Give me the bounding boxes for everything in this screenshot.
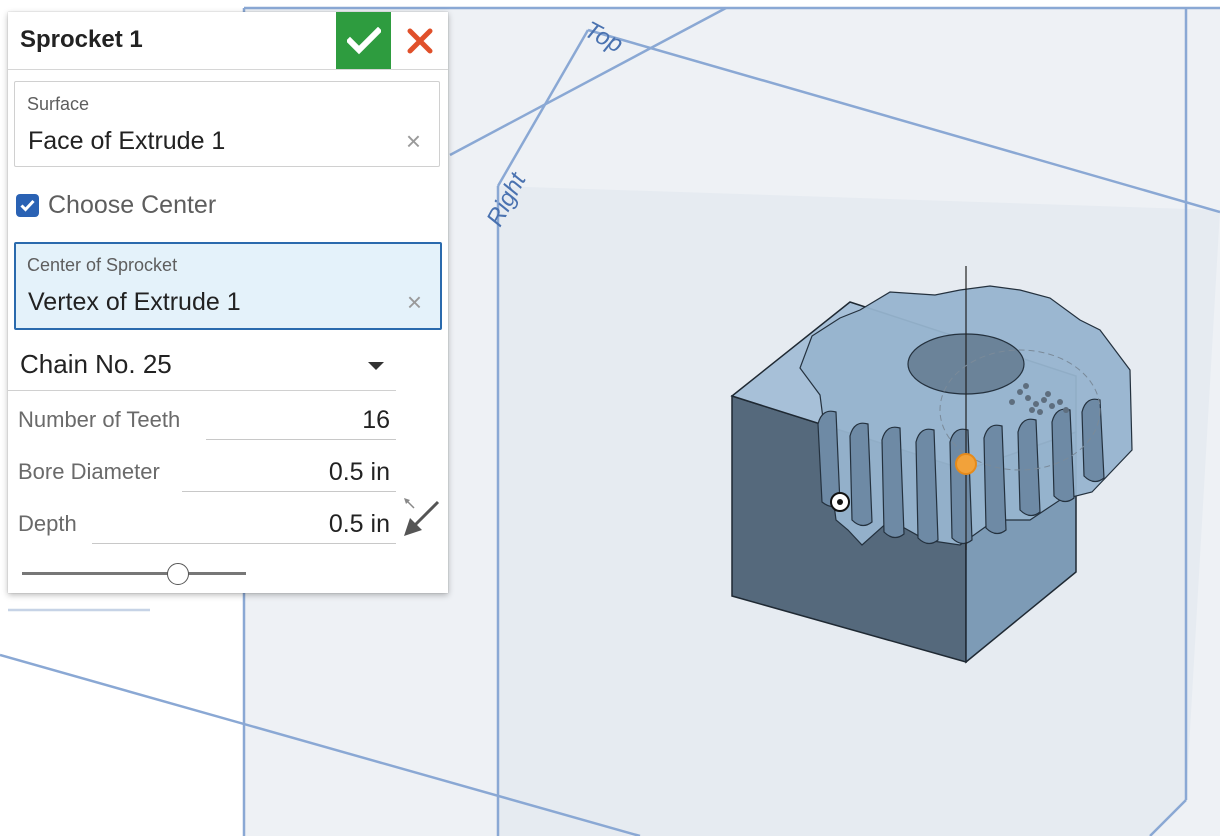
sprocket-feature-dialog: Sprocket 1 Surface Face of Extrude 1 × C… bbox=[8, 12, 448, 593]
chain-value: Chain No. 25 bbox=[20, 349, 172, 379]
checkbox-checked-icon[interactable] bbox=[16, 193, 39, 217]
dialog-header: Sprocket 1 bbox=[8, 12, 448, 70]
teeth-label: Number of Teeth bbox=[18, 407, 181, 432]
close-x-icon bbox=[407, 28, 433, 53]
teeth-value: 16 bbox=[362, 406, 390, 434]
flip-direction-icon bbox=[404, 498, 440, 536]
surface-label: Surface bbox=[27, 94, 90, 114]
choose-center-label: Choose Center bbox=[48, 190, 217, 219]
depth-input[interactable]: 0.5 in bbox=[92, 507, 396, 544]
teeth-input[interactable]: 16 bbox=[206, 403, 396, 440]
dialog-title: Sprocket 1 bbox=[20, 26, 143, 53]
checkmark-icon bbox=[346, 26, 381, 54]
origin-point-icon[interactable] bbox=[830, 492, 850, 512]
clear-center-icon[interactable]: × bbox=[407, 289, 422, 315]
depth-label: Depth bbox=[18, 511, 77, 536]
confirm-button[interactable] bbox=[336, 12, 391, 69]
flip-direction-button[interactable] bbox=[402, 498, 440, 540]
preview-slider-track[interactable] bbox=[22, 572, 246, 575]
center-label: Center of Sprocket bbox=[27, 255, 178, 275]
center-value: Vertex of Extrude 1 bbox=[28, 288, 241, 316]
chain-dropdown[interactable]: Chain No. 25 bbox=[8, 342, 396, 391]
clear-surface-icon[interactable]: × bbox=[406, 128, 421, 154]
chevron-down-icon bbox=[368, 362, 384, 370]
surface-value: Face of Extrude 1 bbox=[28, 127, 226, 155]
center-vertex-marker[interactable] bbox=[955, 453, 977, 475]
choose-center-checkbox[interactable]: Choose Center bbox=[16, 190, 216, 220]
bore-label: Bore Diameter bbox=[18, 459, 160, 484]
center-of-sprocket-field[interactable]: Center of Sprocket Vertex of Extrude 1 × bbox=[14, 242, 442, 330]
depth-value: 0.5 in bbox=[328, 510, 390, 538]
preview-slider-thumb[interactable] bbox=[166, 563, 189, 585]
bore-input[interactable]: 0.5 in bbox=[182, 455, 396, 492]
cancel-button[interactable] bbox=[396, 12, 444, 69]
surface-field[interactable]: Surface Face of Extrude 1 × bbox=[14, 81, 440, 167]
bore-value: 0.5 in bbox=[328, 458, 390, 486]
